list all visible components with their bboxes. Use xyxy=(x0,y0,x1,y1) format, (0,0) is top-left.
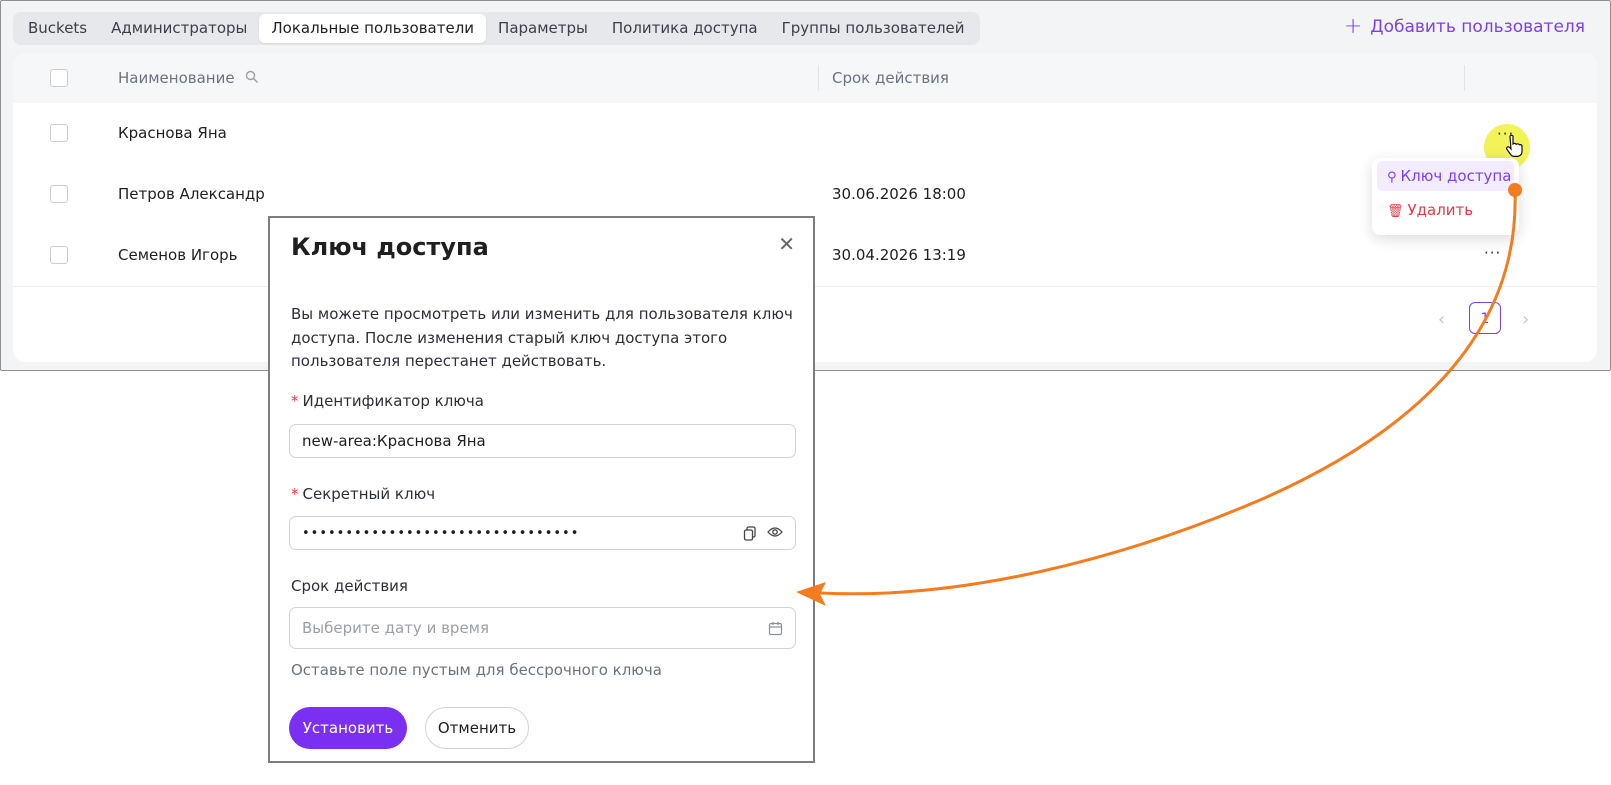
tab-user-groups[interactable]: Группы пользователей xyxy=(770,14,977,43)
key-id-label: * Идентификатор ключа xyxy=(291,392,484,410)
tab-local-users[interactable]: Локальные пользователи xyxy=(259,14,487,43)
set-button[interactable]: Установить xyxy=(289,707,407,749)
required-marker: * xyxy=(291,392,299,410)
tab-access-policy[interactable]: Политика доступа xyxy=(600,14,770,43)
search-icon[interactable] xyxy=(245,70,259,84)
tab-bar: Buckets Администраторы Локальные пользов… xyxy=(13,12,980,45)
table-header: Наименование Срок действия xyxy=(13,53,1597,103)
user-name: Семенов Игорь xyxy=(118,246,238,264)
column-name-label: Наименование xyxy=(118,69,235,87)
access-key-dialog: Ключ доступа ✕ Вы можете просмотреть или… xyxy=(268,216,815,763)
key-id-input[interactable] xyxy=(289,424,796,458)
user-name: Краснова Яна xyxy=(118,124,227,142)
secret-key-label: * Секретный ключ xyxy=(291,485,435,503)
pagination-next-icon[interactable]: › xyxy=(1522,309,1529,330)
row-actions-button[interactable]: ··· xyxy=(1484,244,1501,262)
secret-key-input[interactable]: •••••••••••••••••••••••••••••••• xyxy=(289,516,796,550)
user-expiry: 30.06.2026 18:00 xyxy=(832,185,966,203)
dialog-description: Вы можете просмотреть или изменить для п… xyxy=(291,305,793,370)
pagination-page[interactable]: 1 xyxy=(1469,302,1501,334)
add-user-label: Добавить пользователя xyxy=(1370,17,1585,37)
key-icon: ⚲ xyxy=(1387,170,1397,185)
tab-parameters[interactable]: Параметры xyxy=(486,14,600,43)
tab-administrators[interactable]: Администраторы xyxy=(99,14,259,43)
expiry-placeholder: Выберите дату и время xyxy=(302,619,490,637)
expiry-hint: Оставьте поле пустым для бессрочного клю… xyxy=(291,661,662,679)
column-divider xyxy=(818,65,819,91)
column-header-expiry: Срок действия xyxy=(832,69,949,87)
expiry-label: Срок действия xyxy=(291,577,408,595)
expiry-date-picker[interactable]: Выберите дату и время xyxy=(289,607,796,649)
trash-icon: 🗑 xyxy=(1387,204,1404,219)
eye-icon[interactable] xyxy=(767,526,783,538)
row-checkbox[interactable] xyxy=(50,124,68,142)
row-checkbox[interactable] xyxy=(50,246,68,264)
row-checkbox[interactable] xyxy=(50,185,68,203)
add-user-button[interactable]: + Добавить пользователя xyxy=(1343,14,1585,39)
row-context-menu: ⚲ Ключ доступа 🗑 Удалить xyxy=(1372,158,1519,235)
key-id-label-text: Идентификатор ключа xyxy=(302,392,484,410)
copy-icon[interactable] xyxy=(743,525,757,541)
menu-item-access-key-label: Ключ доступа xyxy=(1400,167,1512,185)
hand-cursor-icon xyxy=(1506,134,1523,157)
menu-item-delete[interactable]: 🗑 Удалить xyxy=(1377,195,1514,225)
cancel-button[interactable]: Отменить xyxy=(425,707,529,749)
required-marker: * xyxy=(291,485,299,503)
menu-item-access-key[interactable]: ⚲ Ключ доступа xyxy=(1377,161,1514,191)
plus-icon: + xyxy=(1343,14,1363,39)
pagination-prev-icon[interactable]: ‹ xyxy=(1438,309,1445,330)
dialog-title: Ключ доступа xyxy=(291,233,489,261)
menu-item-delete-label: Удалить xyxy=(1407,201,1474,219)
tab-buckets[interactable]: Buckets xyxy=(16,14,99,43)
select-all-checkbox[interactable] xyxy=(50,69,68,87)
user-name: Петров Александр xyxy=(118,185,265,203)
close-icon[interactable]: ✕ xyxy=(778,232,795,256)
column-divider xyxy=(1464,65,1465,91)
user-expiry: 30.04.2026 13:19 xyxy=(832,246,966,264)
table-row[interactable]: Краснова Яна xyxy=(13,103,1597,165)
column-header-name[interactable]: Наименование xyxy=(118,69,259,87)
secret-key-value: •••••••••••••••••••••••••••••••• xyxy=(302,525,580,541)
calendar-icon[interactable] xyxy=(768,621,783,636)
secret-key-label-text: Секретный ключ xyxy=(302,485,436,503)
